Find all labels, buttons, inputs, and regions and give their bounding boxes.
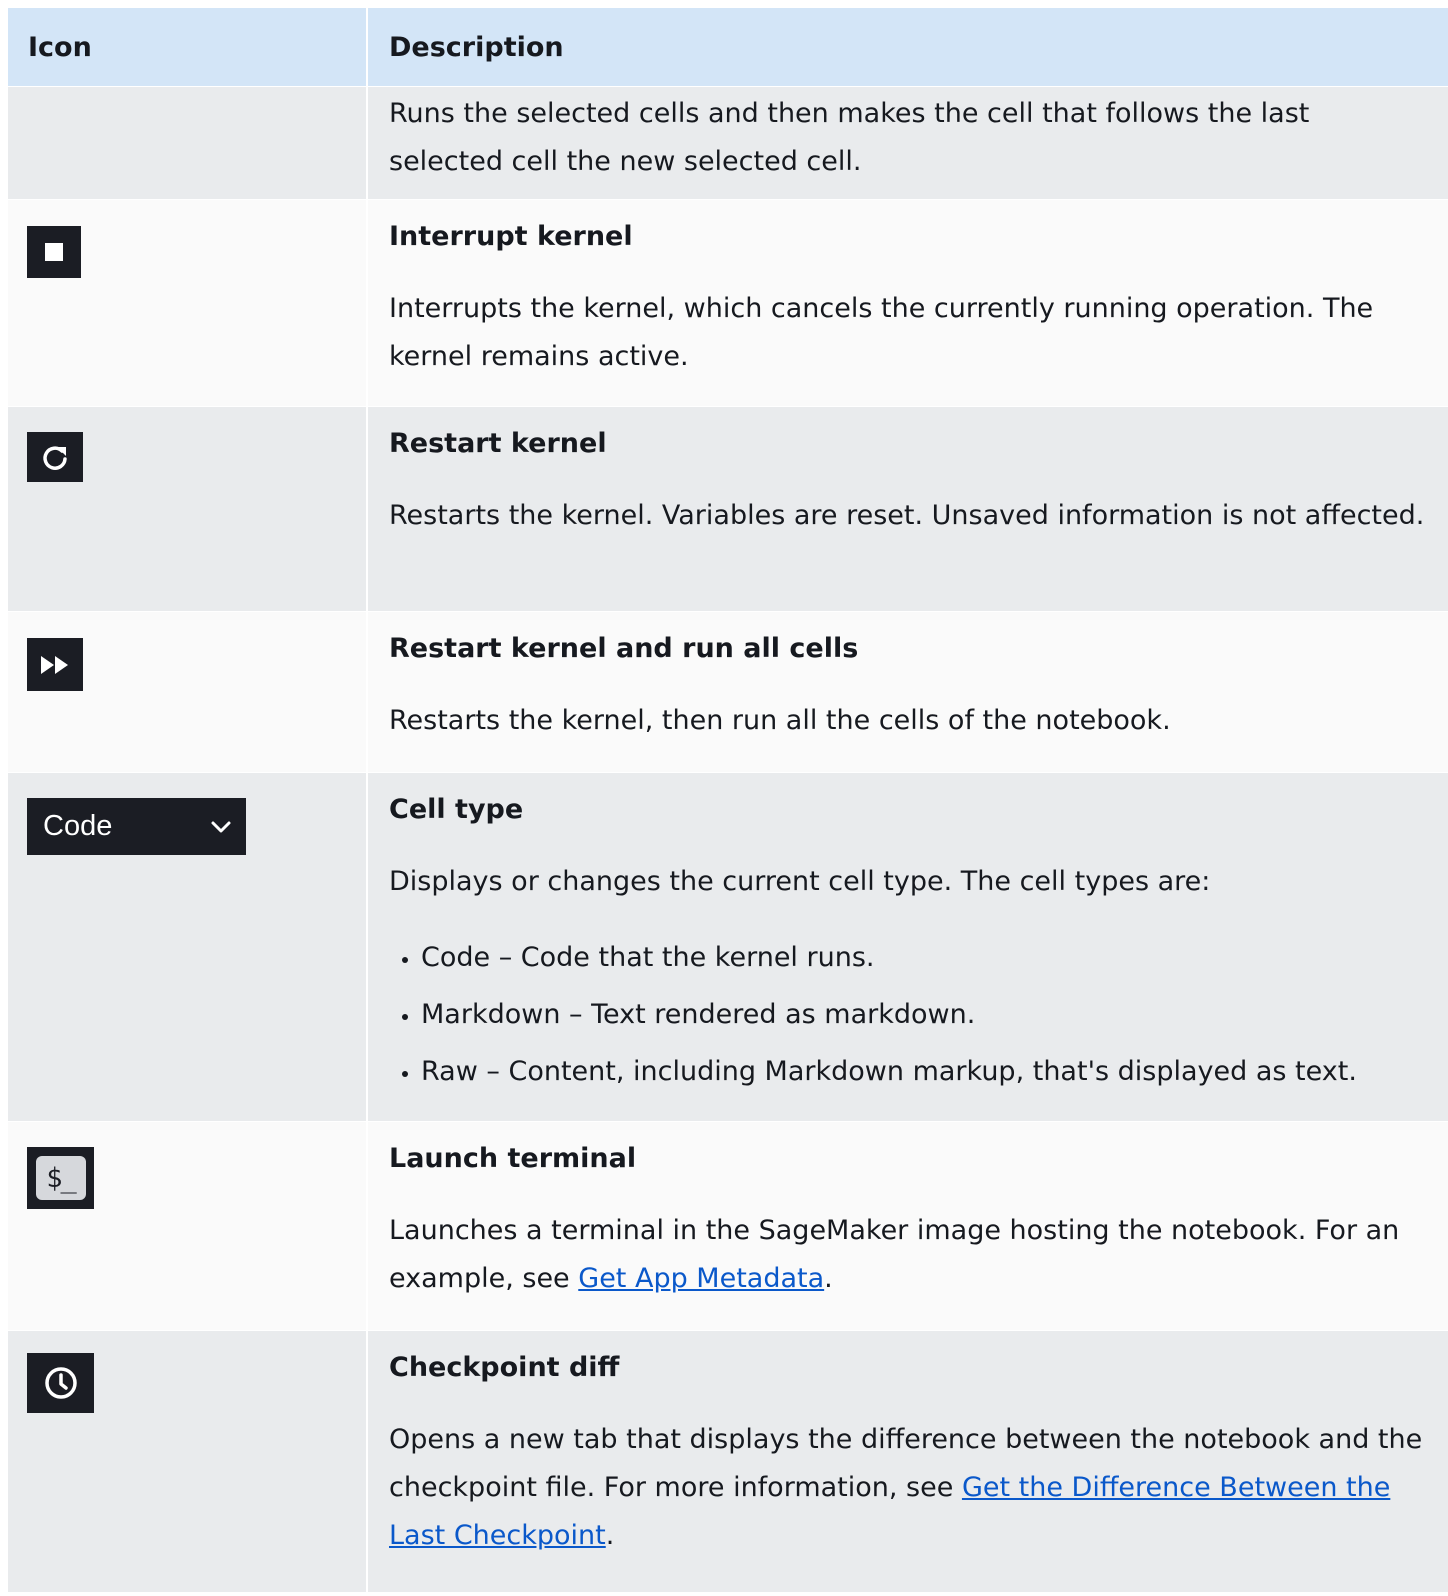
description-cell: Checkpoint diff Opens a new tab that dis… — [368, 1331, 1448, 1592]
row-title: Checkpoint diff — [389, 1352, 620, 1383]
list-item: Code – Code that the kernel runs. — [421, 934, 1430, 982]
row-title: Restart kernel — [389, 428, 607, 459]
row-title: Interrupt kernel — [389, 221, 633, 252]
terminal-icon: $_ — [27, 1147, 94, 1209]
table-row: Restart kernel and run all cells Restart… — [8, 612, 1448, 773]
icon-cell: $_ — [8, 1122, 368, 1330]
refresh-icon — [27, 432, 83, 482]
header-description: Description — [389, 32, 564, 63]
table-row: Restart kernel Restarts the kernel. Vari… — [8, 407, 1448, 612]
clock-icon — [27, 1353, 94, 1413]
icon-cell — [8, 200, 368, 406]
icon-cell — [8, 407, 368, 611]
fast-forward-icon — [27, 638, 83, 691]
description-cell: Interrupt kernel Interrupts the kernel, … — [368, 200, 1448, 406]
table-row: Code Cell type Displays or changes the c… — [8, 773, 1448, 1122]
description-cell: Launch terminal Launches a terminal in t… — [368, 1122, 1448, 1330]
icon-cell — [8, 612, 368, 772]
cell-types-list: Code – Code that the kernel runs. Markdo… — [389, 934, 1430, 1096]
cell-type-select[interactable]: Code — [27, 798, 246, 855]
row-description: Interrupts the kernel, which cancels the… — [389, 293, 1374, 372]
toolbar-icons-table: Icon Description Runs the selected cells… — [8, 8, 1448, 1593]
get-app-metadata-link[interactable]: Get App Metadata — [578, 1263, 824, 1294]
description-cell: Cell type Displays or changes the curren… — [368, 773, 1448, 1121]
row-description: Runs the selected cells and then makes t… — [389, 98, 1310, 177]
row-title: Launch terminal — [389, 1143, 637, 1174]
icon-cell — [8, 1331, 368, 1592]
row-title: Cell type — [389, 794, 524, 825]
description-cell: Restart kernel Restarts the kernel. Vari… — [368, 407, 1448, 611]
description-cell: Restart kernel and run all cells Restart… — [368, 612, 1448, 772]
icon-cell: Code — [8, 773, 368, 1121]
header-icon: Icon — [8, 8, 368, 86]
row-description: Restarts the kernel, then run all the ce… — [389, 705, 1171, 736]
table-row: Runs the selected cells and then makes t… — [8, 87, 1448, 200]
description-cell: Runs the selected cells and then makes t… — [368, 87, 1448, 199]
row-description: Displays or changes the current cell typ… — [389, 866, 1211, 897]
list-item: Markdown – Text rendered as markdown. — [421, 991, 1430, 1039]
row-description: Opens a new tab that displays the differ… — [389, 1424, 1423, 1551]
row-description: Launches a terminal in the SageMaker ima… — [389, 1215, 1400, 1294]
row-title: Restart kernel and run all cells — [389, 633, 859, 664]
table-row: Checkpoint diff Opens a new tab that dis… — [8, 1331, 1448, 1593]
table-row: Interrupt kernel Interrupts the kernel, … — [8, 200, 1448, 407]
cell-type-value: Code — [43, 810, 113, 842]
table-header: Icon Description — [8, 8, 1448, 87]
icon-cell — [8, 87, 368, 199]
stop-icon — [27, 226, 81, 278]
table-row: $_ Launch terminal Launches a terminal i… — [8, 1122, 1448, 1331]
row-description: Restarts the kernel. Variables are reset… — [389, 500, 1425, 531]
list-item: Raw – Content, including Markdown markup… — [421, 1048, 1430, 1096]
chevron-down-icon — [211, 821, 231, 832]
